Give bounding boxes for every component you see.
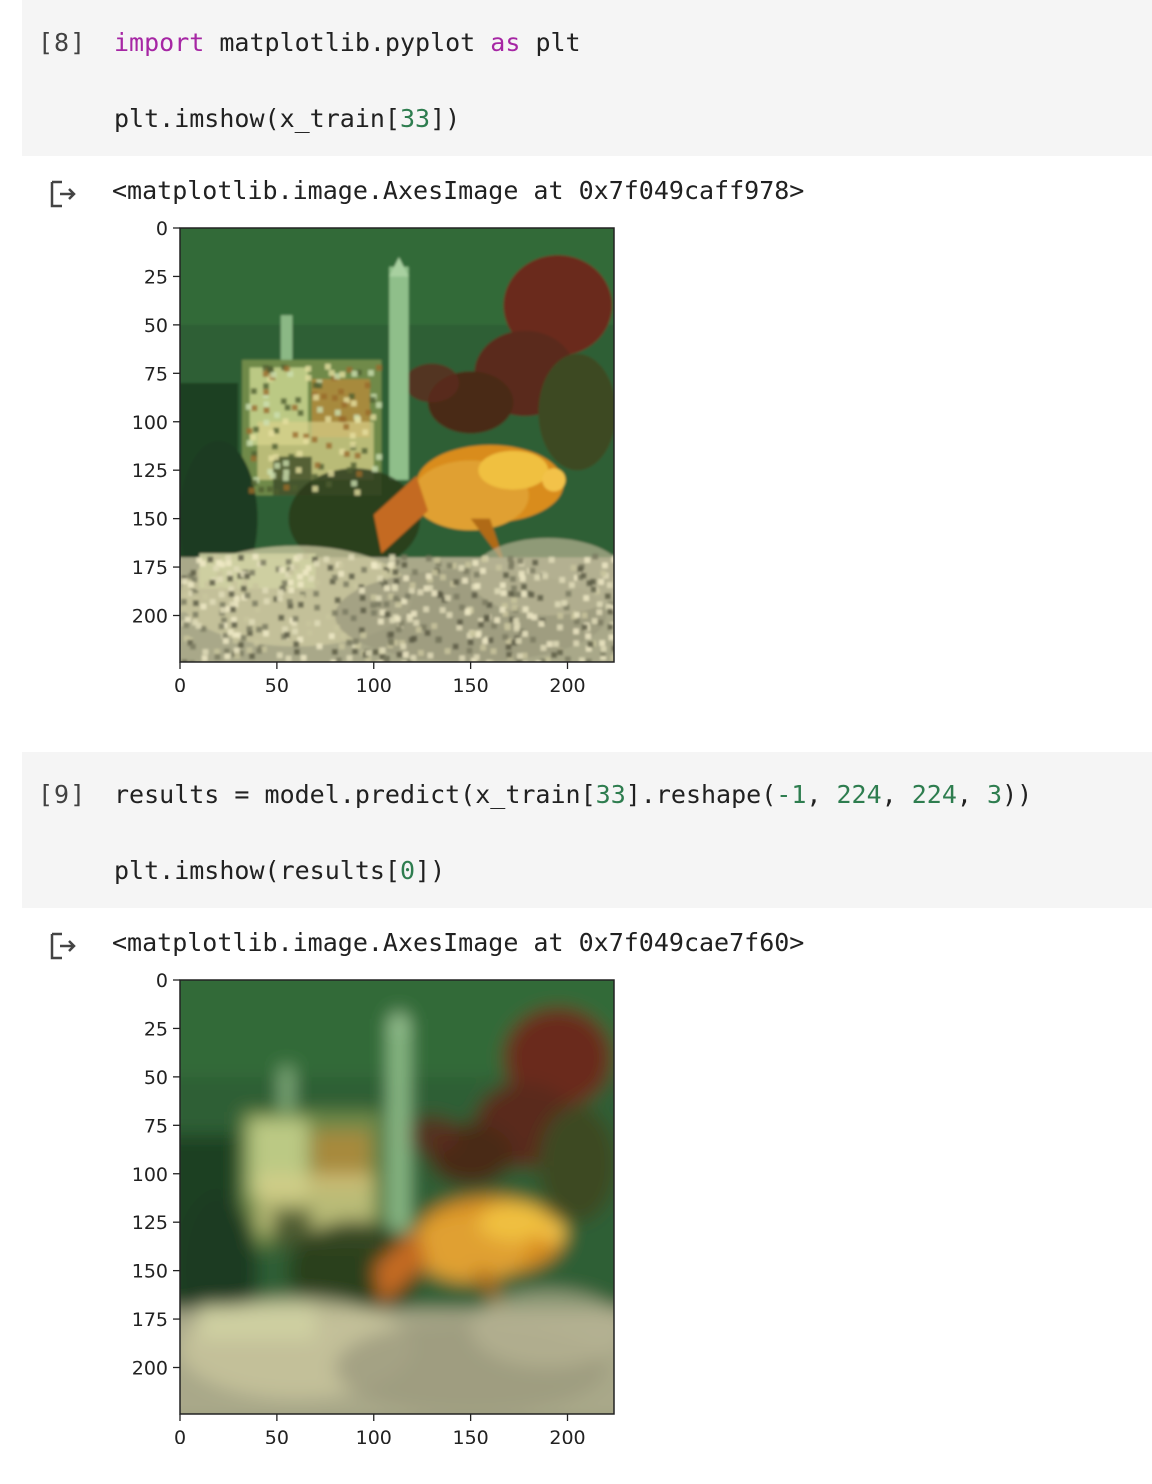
code-text: ,	[881, 780, 912, 809]
y-tick-label: 175	[132, 1309, 168, 1331]
code-text: ])	[415, 856, 446, 885]
y-tick-label: 25	[144, 1018, 168, 1040]
y-tick-label: 100	[132, 1164, 168, 1186]
code-text: ,	[806, 780, 837, 809]
y-tick-label: 175	[132, 557, 168, 579]
code-text: matplotlib.pyplot	[204, 28, 491, 57]
aquarium-image	[180, 980, 614, 1414]
code-number: 3	[987, 780, 1003, 809]
y-tick-label: 75	[144, 1115, 168, 1137]
code-number: 33	[399, 104, 431, 133]
code-number: 33	[595, 780, 626, 809]
y-tick-label: 125	[132, 460, 168, 482]
code-cell-9[interactable]: [9] results = model.predict(x_train[33].…	[22, 752, 1152, 908]
output-text: <matplotlib.image.AxesImage at 0x7f049ca…	[112, 928, 805, 957]
code-keyword: import	[114, 28, 205, 57]
code-keyword: as	[490, 28, 521, 57]
y-tick-label: 50	[144, 315, 168, 337]
y-tick-label: 150	[132, 1261, 168, 1283]
code-text: ])	[430, 104, 461, 133]
code-text: ))	[1002, 780, 1033, 809]
output-text: <matplotlib.image.AxesImage at 0x7f049ca…	[112, 176, 805, 205]
code-line-2[interactable]: plt.imshow(results[0])	[114, 856, 445, 885]
y-tick-label: 50	[144, 1067, 168, 1089]
aquarium-image	[180, 228, 614, 662]
code-number: 224	[911, 780, 957, 809]
y-tick-label: 150	[132, 509, 168, 531]
output-arrow-icon[interactable]	[48, 178, 80, 210]
code-number: 0	[399, 856, 416, 885]
x-tick-label: 50	[265, 675, 289, 692]
code-text: plt	[520, 28, 581, 57]
y-tick-label: 25	[144, 266, 168, 288]
x-tick-label: 150	[452, 675, 488, 692]
y-tick-label: 200	[132, 1358, 168, 1380]
x-tick-label: 200	[549, 675, 585, 692]
x-tick-label: 100	[356, 1427, 392, 1444]
execution-count: [9]	[38, 780, 87, 809]
code-number: 224	[836, 780, 882, 809]
imshow-axes: 0 25 50 75 100 125 150 175 200 0 50 100 150 200	[132, 218, 615, 692]
execution-count: [8]	[38, 28, 87, 57]
code-number: -1	[776, 780, 807, 809]
code-text: results = model.predict(x_train[	[114, 780, 596, 809]
code-cell-8[interactable]: [8] import matplotlib.pyplot as plt plt.…	[22, 0, 1152, 156]
y-tick-label: 0	[156, 218, 168, 240]
code-line-1[interactable]: import matplotlib.pyplot as plt	[114, 28, 581, 57]
output-arrow-icon[interactable]	[48, 930, 80, 962]
code-line-1[interactable]: results = model.predict(x_train[33].resh…	[114, 780, 1032, 809]
code-text: ,	[956, 780, 988, 809]
x-tick-label: 0	[174, 675, 186, 692]
x-tick-label: 200	[549, 1427, 585, 1444]
y-tick-label: 200	[132, 606, 168, 628]
y-tick-label: 125	[132, 1212, 168, 1234]
code-text: plt.imshow(x_train[	[114, 104, 400, 133]
y-tick-label: 100	[132, 412, 168, 434]
imshow-axes: 0 25 50 75 100 125 150 175 200 0 50 100 150 200	[132, 970, 615, 1444]
x-tick-label: 0	[174, 1427, 186, 1444]
x-tick-label: 50	[265, 1427, 289, 1444]
x-tick-label: 150	[452, 1427, 488, 1444]
image-plot-2: 0 25 50 75 100 125 150 175 200 0 50 100 150 200	[120, 964, 640, 1444]
code-text: ].reshape(	[625, 780, 777, 809]
image-plot-1: 0 25 50 75 100 125 150 175 200 0 50 100 150 200	[120, 212, 640, 692]
y-tick-label: 0	[156, 970, 168, 992]
y-tick-label: 75	[144, 363, 168, 385]
code-text: plt.imshow(results[	[114, 856, 400, 885]
code-line-2[interactable]: plt.imshow(x_train[33])	[114, 104, 460, 133]
x-tick-label: 100	[356, 675, 392, 692]
